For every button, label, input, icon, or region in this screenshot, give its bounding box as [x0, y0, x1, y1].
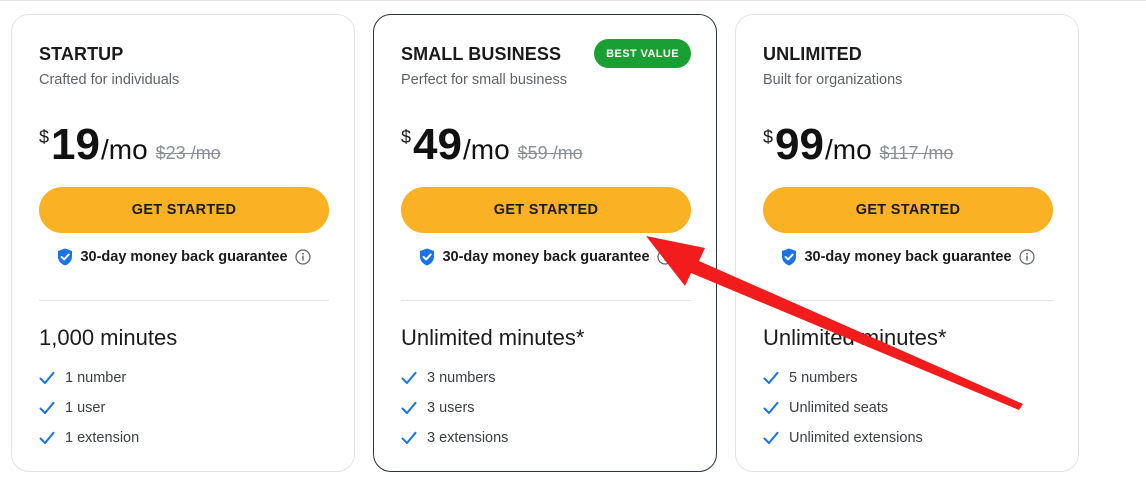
plan-description: Built for organizations [763, 72, 903, 88]
guarantee-text: 30-day money back guarantee [442, 249, 650, 265]
check-icon [401, 431, 417, 445]
get-started-button[interactable]: GET STARTED [401, 187, 691, 233]
original-price: $23 /mo [155, 143, 221, 163]
plan-description: Crafted for individuals [39, 72, 180, 88]
feature-text: 5 numbers [789, 370, 858, 386]
divider [401, 300, 691, 301]
feature-item: 5 numbers [763, 363, 923, 393]
guarantee-text: 30-day money back guarantee [804, 249, 1012, 265]
price-period: /mo [100, 134, 148, 165]
feature-text: 3 extensions [427, 430, 509, 446]
plan-card-small-business: SMALL BUSINESS BEST VALUE Perfect for sm… [373, 14, 717, 472]
feature-list: 1 number 1 user 1 extension [39, 363, 139, 453]
feature-text: 3 numbers [427, 370, 496, 386]
minutes-allowance: Unlimited minutes* [401, 325, 585, 350]
top-border [0, 0, 1146, 1]
info-icon[interactable] [656, 249, 673, 265]
minutes-allowance: 1,000 minutes [39, 325, 178, 350]
feature-item: 3 extensions [401, 423, 508, 453]
check-icon [401, 371, 417, 385]
check-icon [763, 401, 779, 415]
check-icon [763, 431, 779, 445]
price-amount: 19 [51, 120, 100, 169]
check-icon [401, 401, 417, 415]
currency-symbol: $ [39, 127, 50, 147]
currency-symbol: $ [763, 127, 774, 147]
feature-item: 1 number [39, 363, 139, 393]
price-period: /mo [824, 134, 872, 165]
original-price: $117 /mo [879, 143, 954, 163]
original-price: $59 /mo [517, 143, 583, 163]
feature-text: Unlimited seats [789, 400, 889, 416]
feature-text: 1 user [65, 400, 106, 416]
plan-card-unlimited: UNLIMITED Built for organizations $ 99 /… [735, 14, 1079, 472]
shield-check-icon [781, 248, 797, 266]
money-back-guarantee: 30-day money back guarantee [39, 248, 329, 266]
check-icon [763, 371, 779, 385]
feature-item: 3 numbers [401, 363, 508, 393]
feature-item: Unlimited seats [763, 393, 923, 423]
feature-text: 1 extension [65, 430, 140, 446]
plan-name: UNLIMITED [763, 44, 862, 64]
feature-list: 3 numbers 3 users 3 extensions [401, 363, 508, 453]
get-started-button[interactable]: GET STARTED [39, 187, 329, 233]
price-amount: 49 [413, 120, 462, 169]
check-icon [39, 371, 55, 385]
shield-check-icon [419, 248, 435, 266]
plan-name: STARTUP [39, 44, 124, 64]
money-back-guarantee: 30-day money back guarantee [763, 248, 1053, 266]
guarantee-text: 30-day money back guarantee [80, 249, 288, 265]
price-amount: 99 [775, 120, 824, 169]
price-row: $ 49 /mo $59 /mo [401, 119, 583, 171]
feature-item: 3 users [401, 393, 508, 423]
divider [39, 300, 329, 301]
feature-item: 1 user [39, 393, 139, 423]
feature-item: Unlimited extensions [763, 423, 923, 453]
price-row: $ 19 /mo $23 /mo [39, 119, 221, 171]
info-icon[interactable] [294, 249, 311, 265]
price-row: $ 99 /mo $117 /mo [763, 119, 953, 171]
info-icon[interactable] [1018, 249, 1035, 265]
money-back-guarantee: 30-day money back guarantee [401, 248, 691, 266]
plan-description: Perfect for small business [401, 72, 568, 88]
minutes-allowance: Unlimited minutes* [763, 325, 947, 350]
feature-text: 3 users [427, 400, 475, 416]
best-value-badge: BEST VALUE [594, 39, 691, 68]
get-started-button[interactable]: GET STARTED [763, 187, 1053, 233]
check-icon [39, 401, 55, 415]
feature-text: 1 number [65, 370, 127, 386]
shield-check-icon [57, 248, 73, 266]
plan-card-startup: STARTUP Crafted for individuals $ 19 /mo… [11, 14, 355, 472]
price-period: /mo [462, 134, 510, 165]
check-icon [39, 431, 55, 445]
feature-item: 1 extension [39, 423, 139, 453]
currency-symbol: $ [401, 127, 412, 147]
feature-list: 5 numbers Unlimited seats Unlimited exte… [763, 363, 923, 453]
feature-text: Unlimited extensions [789, 430, 923, 446]
plan-name: SMALL BUSINESS [401, 44, 562, 64]
divider [763, 300, 1053, 301]
